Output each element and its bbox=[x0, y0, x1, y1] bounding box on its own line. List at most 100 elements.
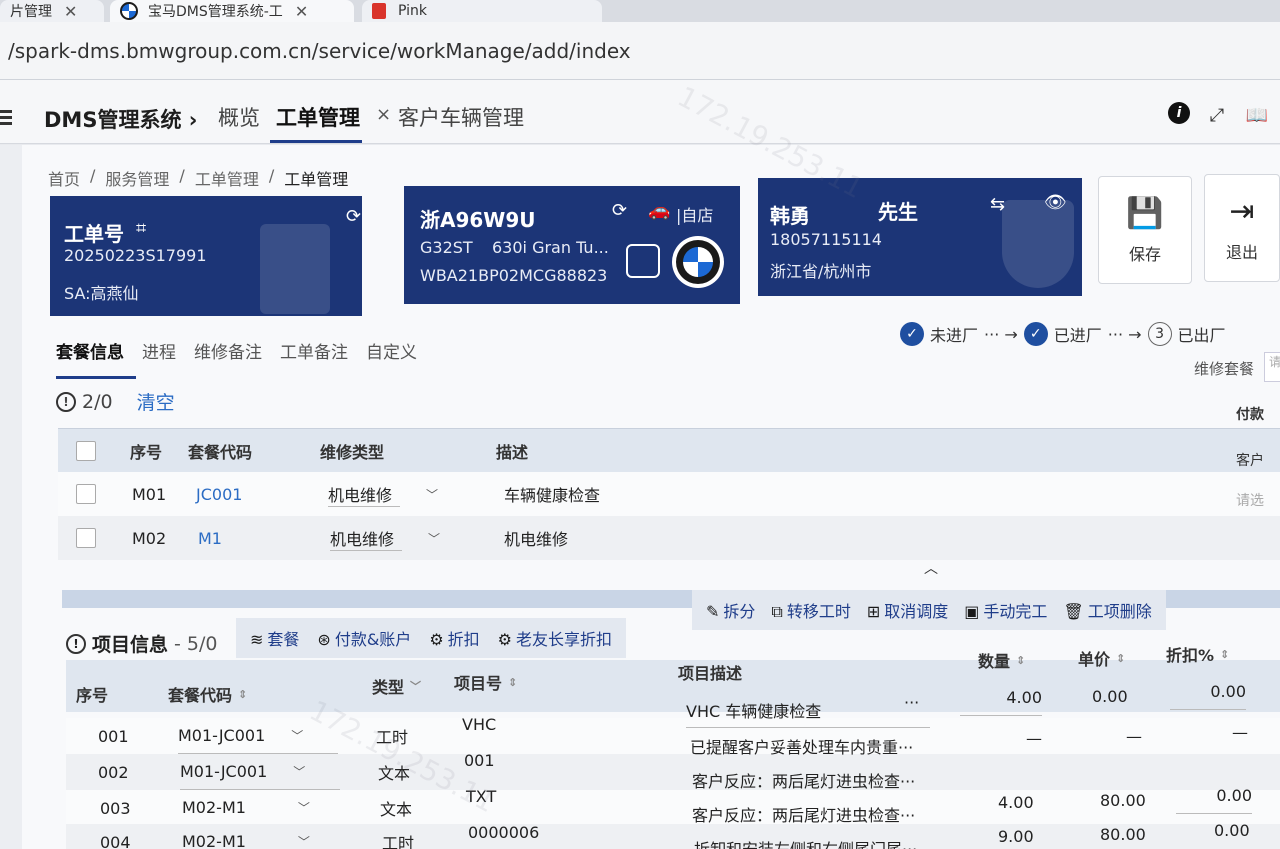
table-row[interactable]: M01 JC001 机电维修 ﹀ 车辆健康检查 bbox=[58, 472, 1280, 516]
payment-value[interactable]: 客户 bbox=[1236, 450, 1280, 470]
tab-order-notes[interactable]: 工单备注 bbox=[280, 338, 348, 363]
row-item-no[interactable]: VHC bbox=[462, 706, 496, 742]
breadcrumb-service[interactable]: 服务管理 bbox=[105, 166, 169, 190]
package-button[interactable]: ≋ 套餐 bbox=[250, 626, 299, 650]
row-description: 机电维修 bbox=[504, 530, 569, 549]
breadcrumb: 首页 / 服务管理 / 工单管理 / 工单管理 bbox=[48, 166, 348, 190]
tab-repair-notes[interactable]: 维修备注 bbox=[194, 338, 262, 363]
repair-type-select[interactable]: 机电维修 ﹀ bbox=[328, 472, 438, 516]
more-icon[interactable]: ··· bbox=[904, 684, 919, 720]
eye-icon[interactable]: 👁 bbox=[1044, 192, 1067, 213]
car-icon[interactable]: 🚗 bbox=[648, 200, 670, 221]
col-seq: 序号 bbox=[130, 443, 163, 462]
row-description: 拆卸和安装左侧和右侧尾门尾··· bbox=[694, 830, 917, 849]
sort-icon[interactable]: ⇕ bbox=[508, 676, 517, 689]
row-quantity[interactable]: 4.00 bbox=[998, 784, 1034, 820]
row-package-code[interactable]: M1 bbox=[198, 516, 222, 560]
address-bar[interactable]: /spark-dms.bmwgroup.com.cn/service/workM… bbox=[0, 22, 1280, 80]
system-title[interactable]: DMS管理系统 › bbox=[44, 104, 197, 134]
table-row[interactable]: M02 M1 机电维修 ﹀ 机电维修 bbox=[58, 516, 1280, 560]
tab-overview[interactable]: 概览 bbox=[218, 102, 260, 132]
tab-progress[interactable]: 进程 bbox=[142, 338, 176, 363]
payment-account-button[interactable]: ⊛ 付款&账户 bbox=[317, 626, 411, 650]
row-description: 车辆健康检查 bbox=[504, 486, 601, 505]
row-checkbox[interactable] bbox=[76, 472, 96, 516]
tab-customer-vehicle[interactable]: 客户车辆管理 bbox=[398, 102, 524, 132]
col-seq[interactable]: 序号 bbox=[76, 674, 108, 714]
transfer-hours-button[interactable]: ⧉ 转移工时 bbox=[771, 598, 850, 622]
table-row[interactable]: 003 M02-M1 ﹀ 文本 TXT 客户反应：两后尾灯进虫检查··· 客户反应… bbox=[66, 772, 1280, 826]
row-seq: 003 bbox=[100, 798, 131, 818]
browser-tab-1[interactable]: 片管理 ✕ bbox=[0, 0, 104, 22]
row-checkbox[interactable] bbox=[76, 516, 96, 560]
table-row[interactable]: 001 M01-JC001 ﹀ 工时 VHC VHC 车辆健康检查 ··· 4.0… bbox=[66, 682, 1280, 754]
sort-icon[interactable]: ⇕ bbox=[1220, 648, 1229, 661]
url-text: /spark-dms.bmwgroup.com.cn/service/workM… bbox=[8, 38, 631, 63]
discount-button[interactable]: ⚙ 折扣 bbox=[429, 626, 479, 650]
close-icon[interactable]: ✕ bbox=[295, 2, 308, 21]
row-discount[interactable]: 0.00 bbox=[1176, 778, 1252, 814]
swap-icon[interactable]: ⇆ bbox=[990, 194, 1005, 215]
section-tab-indicator bbox=[56, 376, 136, 379]
info-icon[interactable]: i bbox=[1168, 102, 1190, 124]
package-code-select[interactable]: M02-M1 ﹀ bbox=[182, 790, 342, 826]
tab-work-order[interactable]: 工单管理 bbox=[276, 102, 360, 132]
row-discount[interactable]: 0.00 bbox=[1170, 674, 1246, 710]
fullscreen-icon[interactable]: ⤢ bbox=[1204, 102, 1230, 128]
sort-icon[interactable]: ⇕ bbox=[1016, 654, 1025, 667]
breadcrumb-work-order[interactable]: 工单管理 bbox=[195, 166, 259, 190]
sort-icon[interactable]: ⇕ bbox=[1116, 652, 1125, 665]
col-quantity[interactable]: 数量 ⇕ bbox=[978, 640, 1025, 680]
document-decoration-icon bbox=[260, 224, 330, 314]
table-row[interactable]: 002 M01-JC001 ﹀ 文本 001 已提醒客户妥善处理车内贵重··· —… bbox=[66, 723, 1280, 790]
delete-item-button[interactable]: 🗑 工项删除 bbox=[1063, 598, 1151, 622]
payment-select[interactable]: 请选 bbox=[1236, 490, 1280, 510]
col-item-desc: 项目描述 bbox=[678, 664, 743, 683]
row-quantity[interactable]: 9.00 bbox=[998, 818, 1034, 849]
refresh-icon[interactable]: ⟳ bbox=[612, 200, 627, 221]
collapse-up-icon[interactable]: ︿ bbox=[924, 558, 938, 578]
clear-button[interactable]: 清空 bbox=[137, 388, 175, 415]
col-type[interactable]: 类型 ﹀ bbox=[372, 666, 421, 706]
cancel-dispatch-button[interactable]: ⊞ 取消调度 bbox=[867, 598, 948, 622]
service-key-icon[interactable] bbox=[626, 244, 660, 278]
qr-code-icon[interactable]: ⌗ bbox=[136, 218, 146, 239]
col-item-no[interactable]: 项目号 ⇕ bbox=[454, 662, 517, 702]
book-icon[interactable]: 📖 bbox=[1244, 102, 1270, 128]
row-package-code[interactable]: JC001 bbox=[196, 472, 242, 516]
tab-custom[interactable]: 自定义 bbox=[366, 338, 417, 363]
col-unit-price[interactable]: 单价 ⇕ bbox=[1078, 638, 1125, 678]
col-package-code[interactable]: 套餐代码 ⇕ bbox=[168, 674, 247, 714]
chevron-down-icon[interactable]: ﹀ bbox=[410, 678, 421, 694]
close-icon[interactable]: ✕ bbox=[64, 2, 77, 21]
service-advisor: SA:高燕仙 bbox=[64, 284, 139, 303]
row-discount[interactable]: 0.00 bbox=[1214, 812, 1250, 848]
col-discount[interactable]: 折扣% ⇕ bbox=[1166, 634, 1229, 674]
exit-button[interactable]: ⇥ 退出 bbox=[1204, 174, 1280, 282]
browser-tab-2[interactable]: 宝马DMS管理系统-工 ✕ bbox=[110, 0, 354, 22]
table-row[interactable]: 004 M02-M1﹀ 工时 0000006 9.00 80.00 0.00 拆… bbox=[66, 821, 1280, 849]
package-code-select[interactable]: M02-M1 ﹀ bbox=[182, 824, 342, 849]
sort-icon[interactable]: ⇕ bbox=[238, 688, 247, 701]
row-quantity[interactable]: 4.00 bbox=[960, 680, 1042, 716]
row-item-no[interactable]: 0000006 bbox=[468, 814, 539, 849]
repair-type-select[interactable]: 机电维修 ﹀ bbox=[330, 516, 440, 560]
loyalty-gear-icon: ⚙ bbox=[497, 630, 513, 649]
col-package-code: 套餐代码 bbox=[188, 443, 253, 462]
save-button[interactable]: 💾 保存 bbox=[1098, 176, 1192, 284]
breadcrumb-home[interactable]: 首页 bbox=[48, 166, 80, 190]
close-tab-icon[interactable]: × bbox=[376, 104, 391, 125]
chevron-down-icon: ﹀ bbox=[428, 531, 441, 546]
package-code-select[interactable]: M01-JC001 ﹀ bbox=[180, 754, 340, 790]
split-button[interactable]: ✎ 拆分 bbox=[706, 598, 755, 622]
menu-icon[interactable] bbox=[0, 110, 12, 126]
package-select-input[interactable]: 请 bbox=[1264, 352, 1280, 382]
browser-tab-3[interactable]: Pink bbox=[362, 0, 602, 22]
manual-complete-button[interactable]: ▣ 手动完工 bbox=[964, 598, 1047, 622]
tab-package-info[interactable]: 套餐信息 bbox=[56, 338, 124, 363]
loyalty-discount-button[interactable]: ⚙ 老友长享折扣 bbox=[498, 626, 612, 650]
row-unit-price: 80.00 bbox=[1100, 790, 1146, 810]
refresh-icon[interactable]: ⟳ bbox=[346, 206, 361, 227]
select-all-checkbox[interactable] bbox=[76, 429, 96, 473]
package-table-header: 序号 套餐代码 维修类型 描述 bbox=[58, 428, 1280, 472]
